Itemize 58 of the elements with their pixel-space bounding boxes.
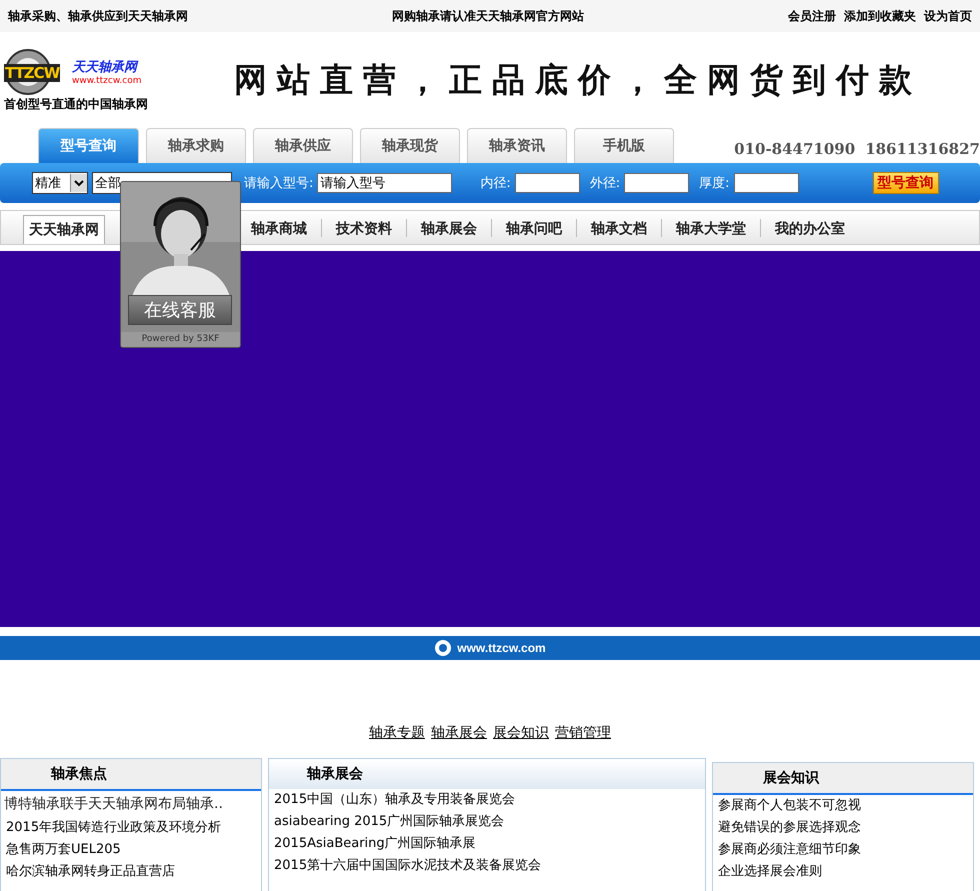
- nav-item[interactable]: 我的办公室: [761, 213, 859, 244]
- online-service-button[interactable]: 在线客服: [128, 295, 232, 325]
- field-label: 请输入型号:: [244, 175, 314, 192]
- powered-by: Powered by 53KF: [142, 334, 220, 344]
- nav-item[interactable]: 轴承文档: [577, 213, 661, 244]
- top-link[interactable]: 会员注册: [788, 8, 836, 24]
- top-link[interactable]: 添加到收藏夹: [844, 8, 916, 24]
- news-link[interactable]: 避免错误的参展选择观念: [713, 817, 973, 839]
- inner-field[interactable]: [514, 173, 580, 193]
- category-link[interactable]: 轴承专题: [369, 724, 425, 742]
- logo-name: 天天轴承网: [72, 58, 140, 76]
- nav-item[interactable]: 技术资料: [322, 213, 406, 244]
- top-link[interactable]: 设为首页: [924, 8, 972, 24]
- news-link[interactable]: 急售两万套UEL205: [1, 839, 261, 861]
- news-link[interactable]: asiabearing 2015广州国际轴承展览会: [269, 811, 705, 833]
- tab[interactable]: 轴承资讯: [467, 128, 567, 163]
- phone-number: 010-84471090: [734, 140, 856, 158]
- nav-item[interactable]: 天天轴承网: [23, 215, 105, 244]
- field-label: 厚度:: [699, 175, 730, 192]
- panel-title: 展会知识: [763, 769, 819, 787]
- mode-select[interactable]: 精准: [32, 172, 88, 194]
- headline-link[interactable]: 博特轴承联手天天轴承网布局轴承..: [1, 791, 261, 817]
- tab[interactable]: 轴承求购: [146, 128, 246, 163]
- model-field[interactable]: 请输入型号: [317, 173, 452, 193]
- category-link[interactable]: 营销管理: [555, 724, 611, 742]
- news-link[interactable]: 2015年我国铸造行业政策及环境分析: [1, 817, 261, 839]
- news-link[interactable]: 哈尔滨轴承网转身正品直营店: [1, 861, 261, 883]
- tab[interactable]: 轴承现货: [360, 128, 460, 163]
- field-label: 外径:: [590, 175, 620, 192]
- site-url: www.ttzcw.com: [457, 641, 546, 655]
- phone-number: 18611316827: [865, 140, 980, 158]
- news-link[interactable]: 参展商个人包装不可忽视: [713, 795, 973, 817]
- tab[interactable]: 轴承供应: [253, 128, 353, 163]
- search-button[interactable]: 型号查询: [872, 172, 939, 194]
- caret-icon: [74, 180, 84, 186]
- panel-title: 轴承展会: [307, 765, 363, 783]
- category-link[interactable]: 展会知识: [493, 724, 549, 742]
- news-link[interactable]: 2015AsiaBearing广州国际轴承展: [269, 833, 705, 855]
- news-link[interactable]: 2015第十六届中国国际水泥技术及装备展览会: [269, 855, 705, 877]
- news-link[interactable]: 2015中国（山东）轴承及专用装备展览会: [269, 789, 705, 811]
- tagline: 首创型号直通的中国轴承网: [4, 96, 149, 112]
- category-link[interactable]: 轴承展会: [431, 724, 487, 742]
- nav-item[interactable]: 轴承问吧: [492, 213, 576, 244]
- outer-field[interactable]: [624, 173, 690, 193]
- nav-item[interactable]: 轴承大学堂: [662, 213, 760, 244]
- nav-item[interactable]: 轴承商城: [237, 213, 321, 244]
- slogan: 网站直营，正品底价，全网货到付款: [234, 58, 922, 100]
- thickness-field[interactable]: [734, 173, 799, 193]
- tab[interactable]: 手机版: [574, 128, 674, 163]
- news-link[interactable]: 参展商必须注意细节印象: [713, 839, 973, 861]
- logo-url: www.ttzcw.com: [72, 76, 142, 86]
- panel-title: 轴承焦点: [51, 765, 107, 783]
- notice-text: 网购轴承请认准天天轴承网官方网站: [392, 8, 584, 24]
- bearing-icon: [434, 639, 452, 657]
- nav-item[interactable]: 轴承展会: [407, 213, 491, 244]
- news-link[interactable]: 企业选择展会准则: [713, 861, 973, 883]
- field-label: 内径:: [480, 175, 511, 192]
- site-intro: 轴承采购、轴承供应到天天轴承网: [8, 8, 188, 24]
